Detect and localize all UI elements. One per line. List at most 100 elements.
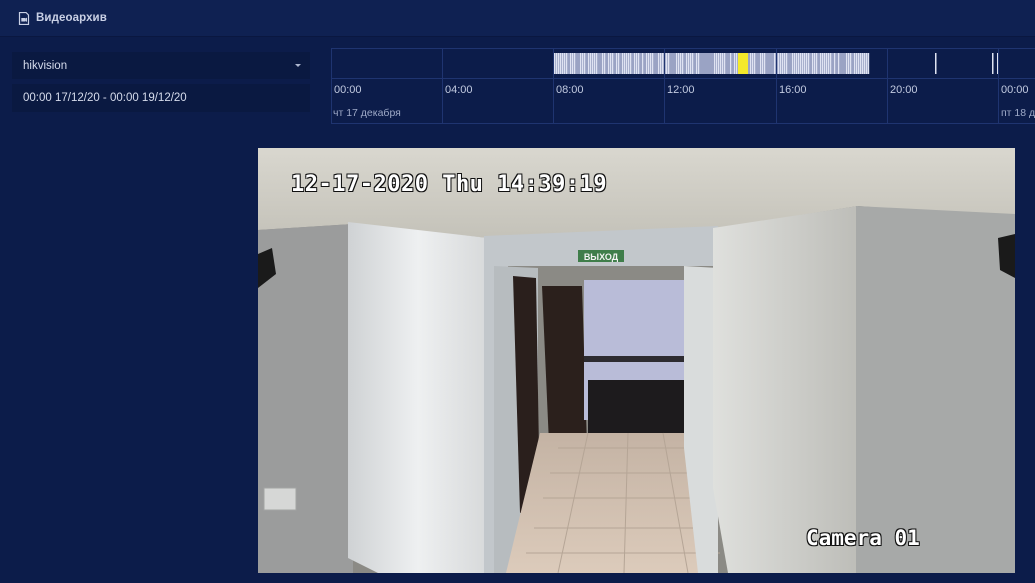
recording-segment[interactable] <box>646 53 648 74</box>
recording-segment[interactable] <box>628 53 630 74</box>
recording-segment[interactable] <box>642 53 644 74</box>
recording-segment[interactable] <box>850 53 852 74</box>
recording-segment[interactable] <box>698 53 700 74</box>
recording-segment[interactable] <box>846 53 848 74</box>
recording-segment[interactable] <box>626 53 628 74</box>
recording-segment[interactable] <box>594 53 596 74</box>
recording-segment[interactable] <box>574 53 576 74</box>
recording-segment[interactable] <box>682 53 684 74</box>
recording-segment[interactable] <box>828 53 830 74</box>
recording-segment[interactable] <box>838 53 840 74</box>
recording-segment[interactable] <box>562 53 564 74</box>
recording-segment[interactable] <box>796 53 798 74</box>
recording-segment[interactable] <box>752 53 754 74</box>
recording-segment[interactable] <box>686 53 688 74</box>
date-range-field[interactable]: 00:00 17/12/20 - 00:00 19/12/20 <box>12 84 310 112</box>
recording-segment[interactable] <box>866 53 868 74</box>
recording-segment[interactable] <box>720 53 722 74</box>
recording-segment[interactable] <box>780 53 782 74</box>
recording-segment[interactable] <box>814 53 816 74</box>
recording-segment[interactable] <box>734 53 736 74</box>
recording-segment[interactable] <box>864 53 866 74</box>
recording-segment[interactable] <box>622 53 624 74</box>
recording-segment[interactable] <box>564 53 566 74</box>
recording-segment[interactable] <box>716 53 718 74</box>
recording-segment[interactable] <box>676 53 678 74</box>
recording-segment[interactable] <box>570 53 572 74</box>
recording-segment[interactable] <box>690 53 692 74</box>
recording-segment[interactable] <box>560 53 562 74</box>
recording-segment[interactable] <box>718 53 720 74</box>
recording-segment[interactable] <box>610 53 612 74</box>
recording-segment[interactable] <box>668 53 670 74</box>
recording-segment[interactable] <box>584 53 586 74</box>
recording-segment[interactable] <box>782 53 784 74</box>
recording-segment[interactable] <box>588 53 590 74</box>
recording-segment[interactable] <box>636 53 638 74</box>
recording-segment[interactable] <box>556 53 558 74</box>
recording-segment[interactable] <box>612 53 614 74</box>
recording-segment[interactable] <box>854 53 856 74</box>
recording-segment[interactable] <box>808 53 810 74</box>
recording-segment[interactable] <box>608 53 610 74</box>
recording-segment[interactable] <box>868 53 870 74</box>
recording-segment[interactable] <box>604 53 606 74</box>
recording-segment[interactable] <box>824 53 826 74</box>
recording-segment[interactable] <box>806 53 808 74</box>
recording-segment[interactable] <box>858 53 860 74</box>
recording-segment[interactable] <box>580 53 582 74</box>
recording-segment[interactable] <box>688 53 690 74</box>
recording-segment[interactable] <box>812 53 814 74</box>
recording-segment[interactable] <box>638 53 640 74</box>
recording-segment[interactable] <box>802 53 804 74</box>
recording-segment[interactable] <box>618 53 620 74</box>
recording-bars[interactable] <box>331 53 1035 74</box>
recording-segment[interactable] <box>596 53 598 74</box>
recording-segment[interactable] <box>724 53 726 74</box>
recording-segment[interactable] <box>722 53 724 74</box>
recording-segment[interactable] <box>602 53 604 74</box>
recording-segment[interactable] <box>862 53 864 74</box>
playhead-marker[interactable] <box>738 53 748 74</box>
recording-segment[interactable] <box>816 53 818 74</box>
archive-timeline[interactable]: 00:00 04:00 08:00 12:00 16:00 20:00 00:0… <box>331 48 1035 124</box>
recording-segment[interactable] <box>764 53 766 74</box>
recording-segment[interactable] <box>624 53 626 74</box>
recording-segment[interactable] <box>554 53 869 74</box>
recording-segment[interactable] <box>792 53 794 74</box>
video-player[interactable]: ВЫХОД 12-17-2020 Thu 14:39:19 Camera 01 <box>258 148 1015 573</box>
recording-segment[interactable] <box>750 53 752 74</box>
recording-segment[interactable] <box>554 53 556 74</box>
recording-segment[interactable] <box>558 53 560 74</box>
recording-segment[interactable] <box>630 53 632 74</box>
recording-segment[interactable] <box>648 53 650 74</box>
recording-segment[interactable] <box>822 53 824 74</box>
recording-segment[interactable] <box>660 53 662 74</box>
recording-segment[interactable] <box>666 53 668 74</box>
recording-segment[interactable] <box>680 53 682 74</box>
recording-segment[interactable] <box>634 53 636 74</box>
recording-segment[interactable] <box>804 53 806 74</box>
recording-segment[interactable] <box>692 53 694 74</box>
recording-segment[interactable] <box>786 53 788 74</box>
recording-segment[interactable] <box>590 53 592 74</box>
recording-segment[interactable] <box>848 53 850 74</box>
recording-segment[interactable] <box>762 53 764 74</box>
recording-segment[interactable] <box>798 53 800 74</box>
recording-segment[interactable] <box>784 53 786 74</box>
recording-segment[interactable] <box>658 53 660 74</box>
recording-segment[interactable] <box>730 53 732 74</box>
camera-select[interactable]: hikvision <box>12 52 310 79</box>
recording-segment[interactable] <box>714 53 716 74</box>
recording-segment[interactable] <box>592 53 594 74</box>
recording-segment[interactable] <box>652 53 654 74</box>
recording-segment[interactable] <box>834 53 836 74</box>
recording-segment[interactable] <box>572 53 574 74</box>
recording-segment[interactable] <box>826 53 828 74</box>
recording-segment[interactable] <box>820 53 822 74</box>
recording-segment[interactable] <box>830 53 832 74</box>
recording-segment[interactable] <box>754 53 756 74</box>
recording-segment[interactable] <box>794 53 796 74</box>
recording-segment[interactable] <box>860 53 862 74</box>
recording-segment[interactable] <box>778 53 780 74</box>
